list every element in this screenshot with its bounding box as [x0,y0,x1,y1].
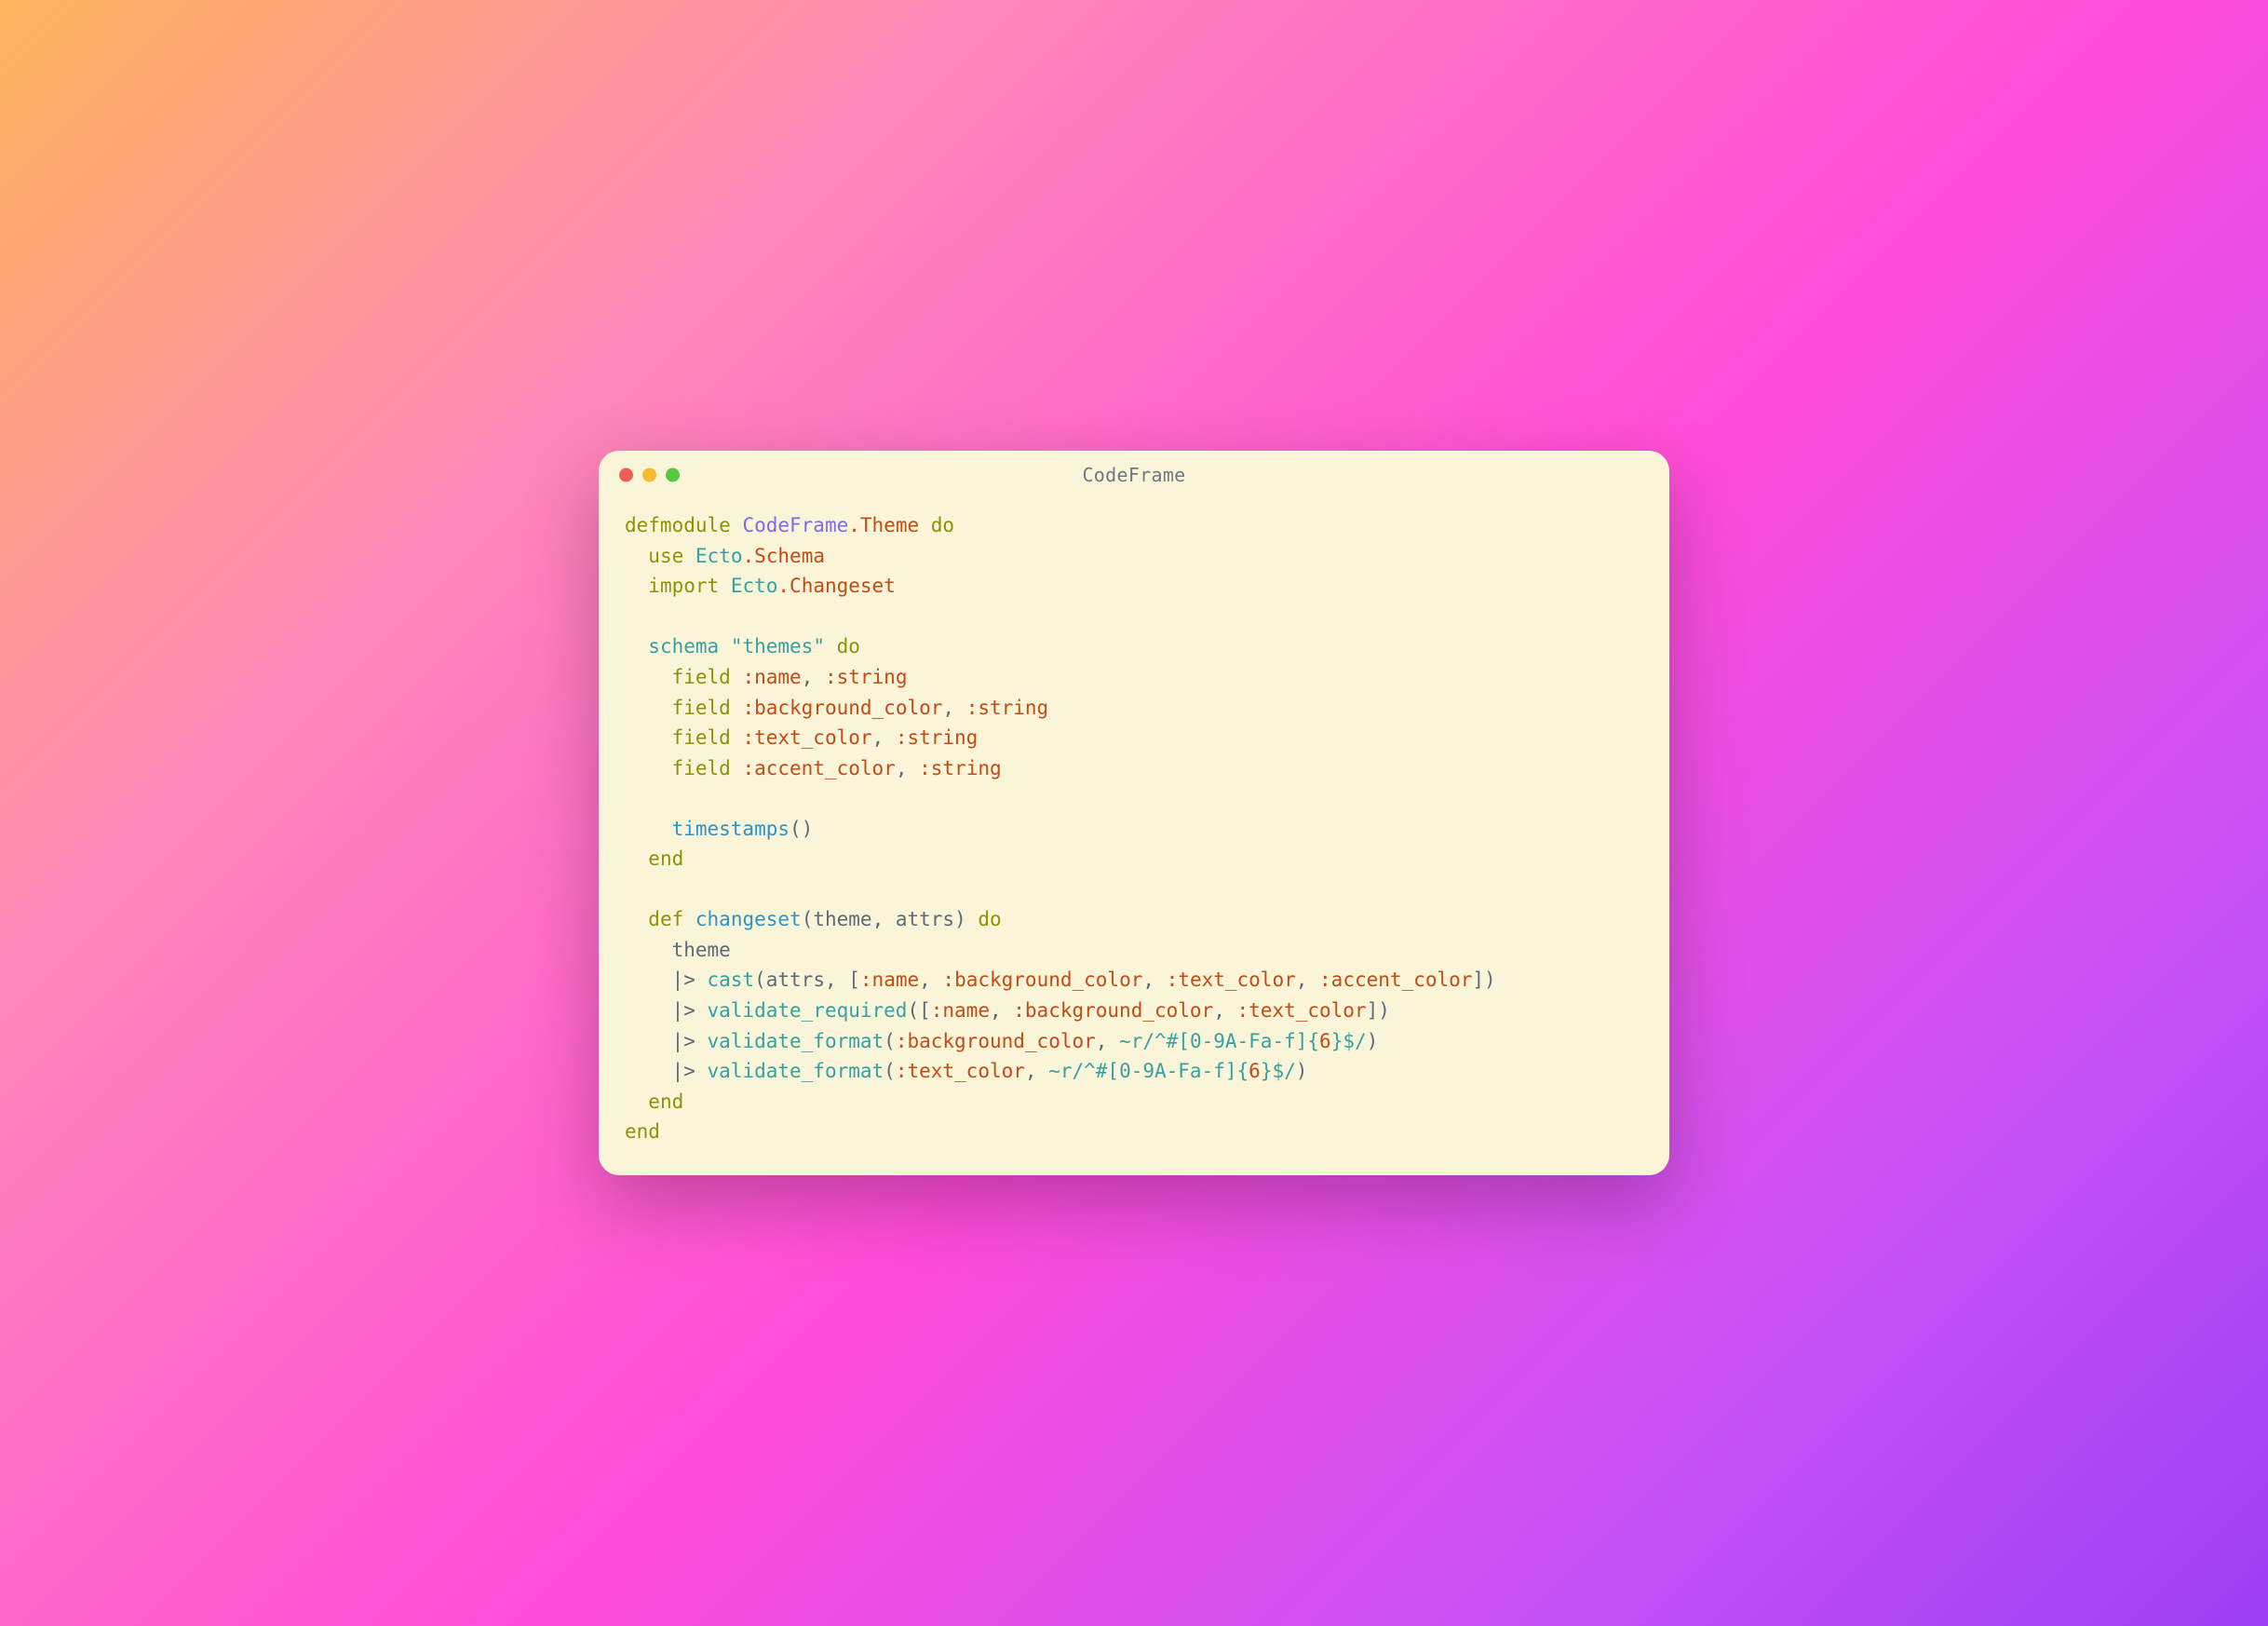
close-icon[interactable] [619,468,633,482]
code-line: |> validate_required([:name, :background… [625,999,1390,1022]
code-line: end [625,847,683,870]
code-line: field :text_color, :string [625,726,978,749]
code-line: end [625,1120,660,1143]
code-line: import Ecto.Changeset [625,575,896,597]
code-line: field :accent_color, :string [625,757,1002,779]
code-line: schema "themes" do [625,635,860,657]
code-line: field :name, :string [625,666,907,688]
code-line: timestamps() [625,818,813,840]
code-line: |> cast(attrs, [:name, :background_color… [625,969,1496,991]
minimize-icon[interactable] [642,468,656,482]
code-line: field :background_color, :string [625,697,1048,719]
code-line: defmodule CodeFrame.Theme do [625,514,954,536]
titlebar: CodeFrame [599,451,1669,499]
window-title: CodeFrame [1082,464,1185,486]
code-line: end [625,1091,683,1113]
code-line: |> validate_format(:background_color, ~r… [625,1030,1378,1052]
code-line: def changeset(theme, attrs) do [625,908,1002,930]
code-area[interactable]: defmodule CodeFrame.Theme do use Ecto.Sc… [599,499,1669,1174]
code-line: theme [625,939,731,961]
code-line: |> validate_format(:text_color, ~r/^#[0-… [625,1060,1307,1082]
traffic-lights [619,468,680,482]
zoom-icon[interactable] [666,468,680,482]
code-window: CodeFrame defmodule CodeFrame.Theme do u… [599,451,1669,1174]
code-line: use Ecto.Schema [625,545,825,567]
